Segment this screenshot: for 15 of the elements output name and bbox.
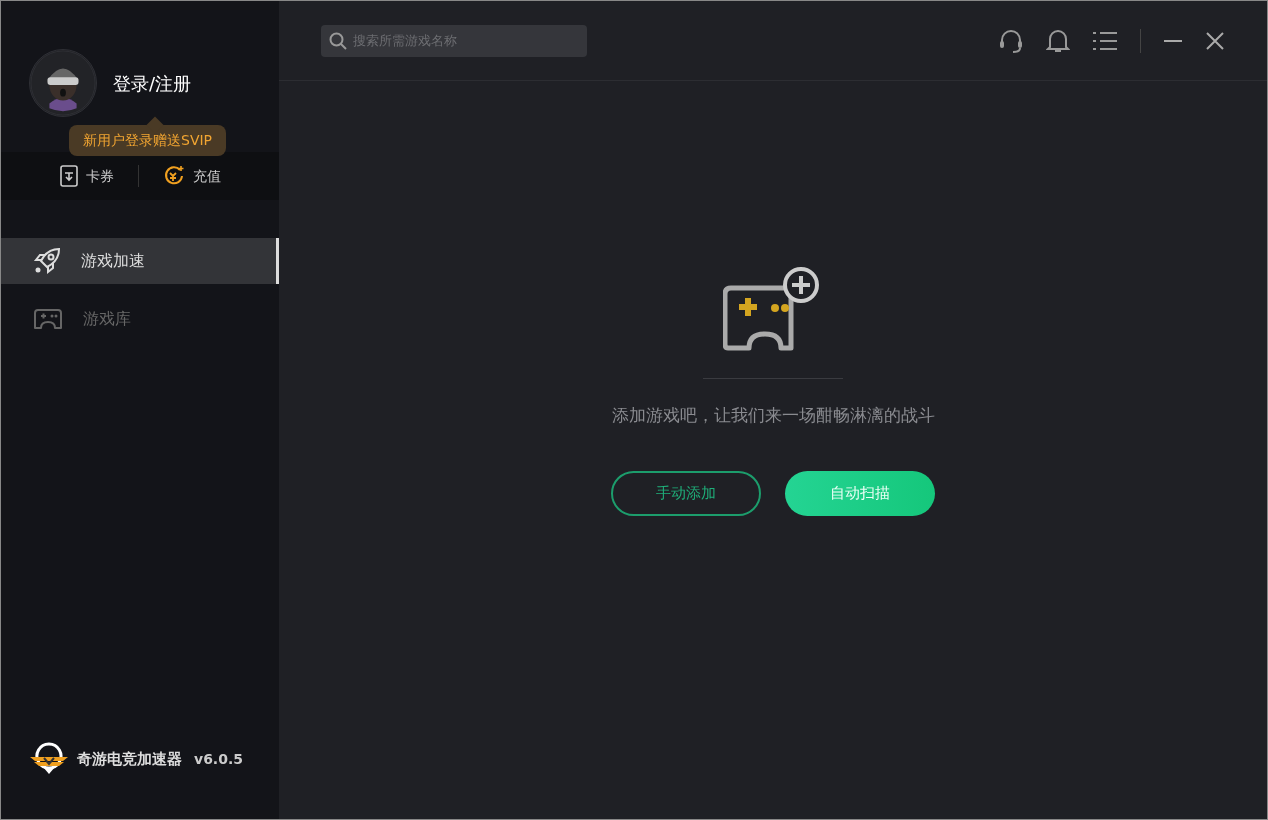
version-label: v6.0.5 (194, 749, 243, 769)
coin-icon (162, 165, 185, 187)
bell-icon[interactable] (1046, 27, 1070, 54)
sidebar-item[interactable]: 游戏加速 (1, 238, 279, 284)
coupon-icon (59, 165, 78, 187)
headset-icon[interactable] (998, 27, 1024, 54)
gamepad-icon (33, 307, 63, 331)
login-link[interactable]: 登录/注册 (113, 69, 192, 97)
rocket-icon (33, 247, 61, 275)
empty-state-message: 添加游戏吧，让我们来一场酣畅淋漓的战斗 (611, 404, 935, 427)
brand-name: 奇游电竞加速器 (77, 748, 182, 770)
close-icon[interactable] (1205, 30, 1225, 51)
manual-add-button[interactable]: 手动添加 (611, 470, 761, 516)
recharge-link[interactable]: 充值 (192, 165, 221, 187)
coupon-link[interactable]: 卡券 (85, 165, 114, 187)
